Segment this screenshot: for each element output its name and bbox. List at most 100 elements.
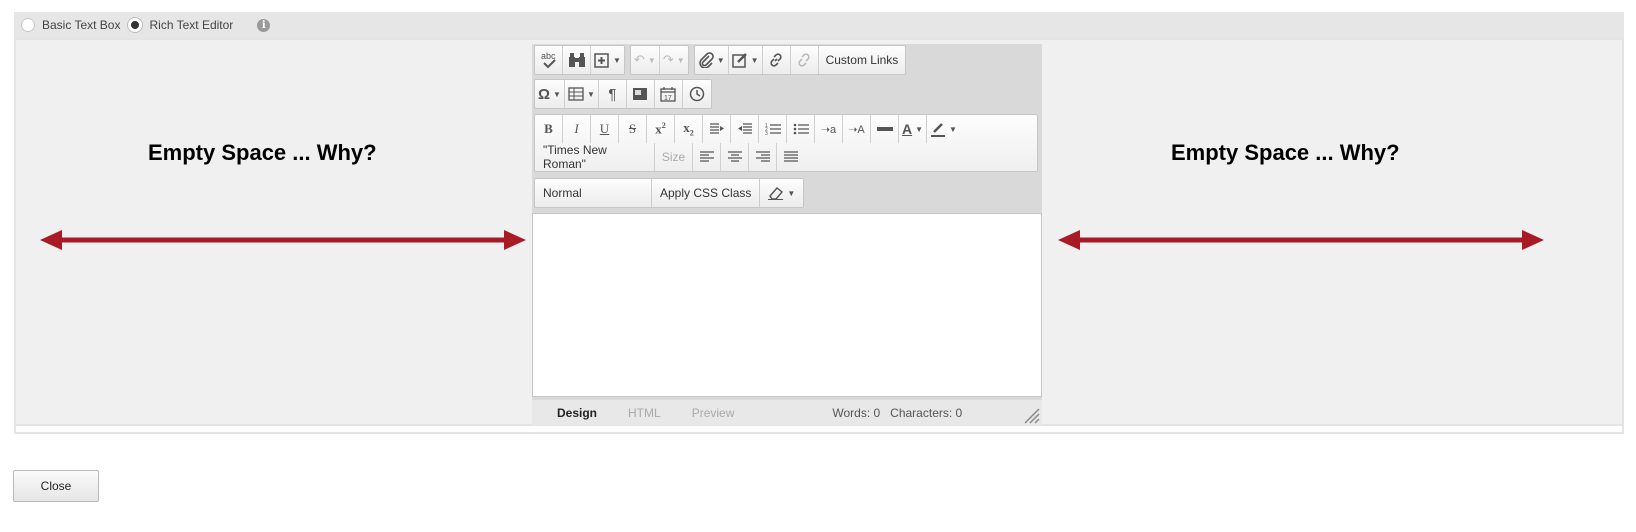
left-annotation-text: Empty Space ... Why? xyxy=(148,140,377,165)
chevron-down-icon: ▼ xyxy=(613,55,621,65)
chevron-down-icon: ▼ xyxy=(750,55,759,65)
right-annotation-text: Empty Space ... Why? xyxy=(1171,140,1400,165)
highlight-color-button[interactable]: ▼ xyxy=(927,115,960,143)
rich-text-editor-radio[interactable] xyxy=(128,18,143,32)
chevron-down-icon: ▼ xyxy=(716,55,725,65)
pencil-box-icon xyxy=(731,53,747,68)
align-justify-icon xyxy=(784,151,798,162)
insert-button[interactable]: ▼ xyxy=(591,46,624,74)
pilcrow-icon: ¶ xyxy=(608,85,617,103)
strikethrough-button[interactable]: S xyxy=(619,115,647,143)
svg-text:3: 3 xyxy=(765,131,768,136)
editor-mode-bar: Basic Text Box Rich Text Editor i xyxy=(14,12,1624,38)
undo-button[interactable]: ↶ ▼ xyxy=(631,46,660,74)
apply-css-class-dropdown[interactable]: Apply CSS Class xyxy=(652,179,761,207)
chevron-down-icon: ▼ xyxy=(949,124,957,134)
tab-preview[interactable]: Preview xyxy=(692,406,735,420)
indent-button[interactable] xyxy=(703,115,731,143)
outdent-icon xyxy=(737,123,752,134)
chevron-down-icon: ▼ xyxy=(553,89,561,99)
editor-status-bar: Design HTML Preview Words: 0 Characters:… xyxy=(532,400,1042,426)
toolbar-row-2: Ω ▼ ▼ ¶ 17 xyxy=(534,79,717,109)
editor-container-bottom xyxy=(14,426,1624,434)
underline-button[interactable]: U xyxy=(591,115,619,143)
spellcheck-icon: abc xyxy=(541,51,556,69)
special-char-button[interactable]: Ω ▼ xyxy=(535,80,565,108)
paperclip-icon xyxy=(698,52,714,68)
rich-text-editor-label[interactable]: Rich Text Editor xyxy=(149,18,233,32)
bulleted-list-icon xyxy=(793,123,809,135)
insert-plus-icon xyxy=(594,53,609,68)
redo-button[interactable]: ↷ ▼ xyxy=(660,46,688,74)
chevron-down-icon: ▼ xyxy=(915,124,924,134)
justify-button[interactable] xyxy=(777,143,805,171)
binoculars-icon xyxy=(568,53,585,67)
paragraph-marks-button[interactable]: ¶ xyxy=(599,80,627,108)
spellcheck-button[interactable]: abc xyxy=(535,46,563,74)
insert-time-button[interactable] xyxy=(683,80,711,108)
toolbar-group-links: ▼ ▼ Custom Links xyxy=(693,45,907,75)
bold-icon: B xyxy=(544,121,553,136)
subscript-icon: x2 xyxy=(683,120,694,138)
word-count: Words: 0 xyxy=(832,406,881,420)
subscript-button[interactable]: x2 xyxy=(675,115,703,143)
resize-grip-icon[interactable] xyxy=(1022,406,1040,424)
align-left-button[interactable] xyxy=(693,143,721,171)
find-button[interactable] xyxy=(563,46,591,74)
link-button[interactable] xyxy=(763,46,791,74)
lowercase-button[interactable]: ➝a xyxy=(815,115,843,143)
svg-text:abc: abc xyxy=(541,51,556,61)
align-center-button[interactable] xyxy=(721,143,749,171)
redo-icon: ↷ xyxy=(662,52,674,67)
close-button[interactable]: Close xyxy=(13,470,99,502)
formatting-toolbar: B I U S x2 x2 123 ➝a ➝A A ▼ ▼ "Times New… xyxy=(534,114,1038,172)
chevron-down-icon: ▼ xyxy=(676,55,685,65)
uppercase-button[interactable]: ➝A xyxy=(843,115,871,143)
table-button[interactable]: ▼ xyxy=(565,80,599,108)
image-icon xyxy=(633,88,648,100)
tab-html[interactable]: HTML xyxy=(628,406,661,420)
basic-text-box-label[interactable]: Basic Text Box xyxy=(42,18,120,32)
outdent-button[interactable] xyxy=(731,115,759,143)
edit-button[interactable]: ▼ xyxy=(729,46,763,74)
eraser-icon xyxy=(768,187,784,200)
superscript-icon: x2 xyxy=(655,120,666,137)
horizontal-rule-button[interactable] xyxy=(871,115,899,143)
style-selector-row: Normal Apply CSS Class ▼ xyxy=(534,178,805,208)
highlighter-icon xyxy=(931,123,946,137)
insert-date-button[interactable]: 17 xyxy=(655,80,683,108)
attach-button[interactable]: ▼ xyxy=(695,46,729,74)
custom-links-button[interactable]: Custom Links xyxy=(819,46,906,74)
bulleted-list-button[interactable] xyxy=(787,115,815,143)
italic-button[interactable]: I xyxy=(563,115,591,143)
chevron-down-icon: ▼ xyxy=(647,55,656,65)
strikethrough-icon: S xyxy=(628,121,637,136)
right-double-arrow-icon xyxy=(1058,230,1544,250)
font-color-button[interactable]: A ▼ xyxy=(899,115,928,143)
tab-design[interactable]: Design xyxy=(557,406,597,420)
numbered-list-icon: 123 xyxy=(765,123,781,136)
left-double-arrow-icon xyxy=(40,230,526,250)
font-size-dropdown[interactable]: Size xyxy=(655,143,693,171)
image-button[interactable] xyxy=(627,80,655,108)
paragraph-style-dropdown[interactable]: Normal xyxy=(535,179,652,207)
bold-button[interactable]: B xyxy=(535,115,563,143)
superscript-button[interactable]: x2 xyxy=(647,115,675,143)
numbered-list-button[interactable]: 123 xyxy=(759,115,787,143)
align-center-icon xyxy=(727,151,742,162)
rich-text-editor: abc ▼ ↶ ▼ ↷ ▼ ▼ ▼ Custom Links Ω ▼ ▼ ¶ 1… xyxy=(532,44,1042,426)
info-icon[interactable]: i xyxy=(257,18,271,32)
editor-content-area[interactable] xyxy=(532,213,1042,397)
unlink-button[interactable] xyxy=(791,46,819,74)
font-name-dropdown[interactable]: "Times New Roman" xyxy=(535,143,655,171)
font-color-icon: A xyxy=(902,121,913,137)
chevron-down-icon: ▼ xyxy=(586,89,595,99)
basic-text-box-radio[interactable] xyxy=(21,18,35,32)
link-icon xyxy=(770,53,782,67)
formatting-row-2: "Times New Roman" Size xyxy=(535,143,1037,171)
align-right-button[interactable] xyxy=(749,143,777,171)
unlink-icon xyxy=(798,53,810,67)
clear-formatting-button[interactable]: ▼ xyxy=(760,179,803,207)
table-icon xyxy=(568,87,584,101)
to-lowercase-icon: ➝a xyxy=(820,123,837,136)
